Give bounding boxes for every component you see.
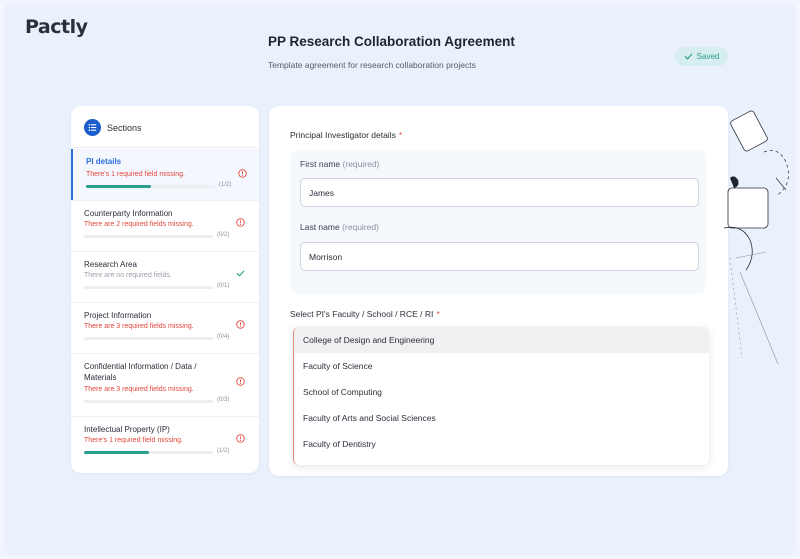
sidebar-title: Sections [107, 122, 142, 133]
pi-name-card: First name (required) James Last name (r… [290, 150, 706, 294]
error-circle-icon [238, 169, 247, 178]
progress-bar [84, 337, 213, 340]
sidebar-item-label: PI details [86, 157, 122, 166]
sidebar-item-intellectual-property[interactable]: Intellectual Property (IP) There's 1 req… [71, 417, 259, 468]
section-title-text: Principal Investigator details [290, 130, 396, 140]
faculty-option[interactable]: College of Design and Engineering [294, 327, 709, 353]
form-panel: Principal Investigator details * First na… [269, 106, 728, 476]
first-name-field[interactable]: James [300, 178, 699, 207]
sidebar-item-status: There are 3 required fields missing. [84, 323, 194, 330]
section-title-text: Select PI's Faculty / School / RCE / RI [290, 309, 434, 319]
faculty-dropdown-menu[interactable]: College of Design and Engineering Facult… [293, 327, 709, 465]
progress-count: (0/2) [217, 232, 230, 238]
faculty-section-title: Select PI's Faculty / School / RCE / RI * [290, 309, 440, 319]
required-hint: (required) [342, 159, 380, 169]
sidebar-item-project-info[interactable]: Project Information There are 3 required… [71, 303, 259, 354]
sidebar-item-status: There are 2 required fields missing. [84, 221, 194, 228]
required-star: * [436, 309, 440, 319]
list-icon [84, 119, 101, 136]
logo-text: Pactly [25, 16, 88, 38]
faculty-option[interactable]: Faculty of Dentistry [294, 431, 709, 457]
sidebar-item-status: There's 1 required field missing. [84, 437, 183, 444]
sidebar-item-pi-details[interactable]: PI details There's 1 required field miss… [71, 149, 259, 200]
sidebar-item-status: There's 1 required field missing. [86, 171, 185, 178]
sidebar-item-label: Project Information [84, 311, 152, 320]
divider [71, 147, 259, 148]
saved-status-badge: Saved [675, 47, 728, 66]
progress-count: (0/4) [217, 334, 230, 340]
check-icon [236, 270, 245, 277]
sections-sidebar: Sections PI details There's 1 required f… [71, 106, 259, 473]
first-name-label: First name (required) [300, 159, 379, 169]
progress-bar [84, 286, 213, 289]
page-title: PP Research Collaboration Agreement [268, 34, 515, 49]
sidebar-item-status: There are no required fields. [84, 272, 172, 279]
field-label-text: First name [300, 159, 341, 169]
last-name-label: Last name (required) [300, 222, 379, 232]
progress-bar [84, 235, 213, 238]
sidebar-item-counterparty[interactable]: Counterparty Information There are 2 req… [71, 201, 259, 252]
faculty-option[interactable]: School of Computing [294, 379, 709, 405]
pi-section-title: Principal Investigator details * [290, 130, 402, 140]
sidebar-item-label: Research Area [84, 260, 137, 269]
progress-bar [84, 400, 213, 403]
sidebar-item-label: Confidential Information / Data / Materi… [84, 362, 197, 382]
field-label-text: Last name [300, 222, 340, 232]
sidebar-item-confidential-info[interactable]: Confidential Information / Data / Materi… [71, 354, 259, 416]
progress-count: (1/2) [219, 182, 232, 188]
last-name-field[interactable]: Morrison [300, 242, 699, 271]
progress-bar [84, 451, 213, 454]
page-subtitle: Template agreement for research collabor… [268, 60, 476, 70]
error-circle-icon [236, 320, 245, 329]
sidebar-item-status: There are 3 required fields missing. [84, 386, 194, 393]
saved-label: Saved [696, 52, 720, 61]
first-name-value: James [309, 187, 335, 198]
error-circle-icon [236, 377, 245, 386]
check-icon [684, 53, 692, 60]
required-hint: (required) [342, 222, 379, 232]
error-circle-icon [236, 218, 245, 227]
progress-bar [86, 185, 215, 188]
progress-count: (0/1) [217, 283, 230, 289]
progress-count: (1/2) [217, 448, 230, 454]
sidebar-item-research-area[interactable]: Research Area There are no required fiel… [71, 252, 259, 303]
faculty-option[interactable]: Faculty of Science [294, 353, 709, 379]
error-circle-icon [236, 434, 245, 443]
sidebar-header: Sections [84, 119, 142, 136]
faculty-option[interactable]: Faculty of Arts and Social Sciences [294, 405, 709, 431]
sidebar-item-label: Intellectual Property (IP) [84, 425, 170, 434]
progress-count: (0/3) [217, 397, 230, 403]
required-star: * [398, 130, 403, 140]
app-window: Pactly PP Research Collaboration Agreeme… [4, 4, 796, 555]
last-name-value: Morrison [309, 251, 343, 262]
pactly-logo[interactable]: Pactly [25, 16, 88, 38]
sidebar-item-label: Counterparty Information [84, 209, 173, 218]
decorative-illustration [724, 110, 789, 365]
